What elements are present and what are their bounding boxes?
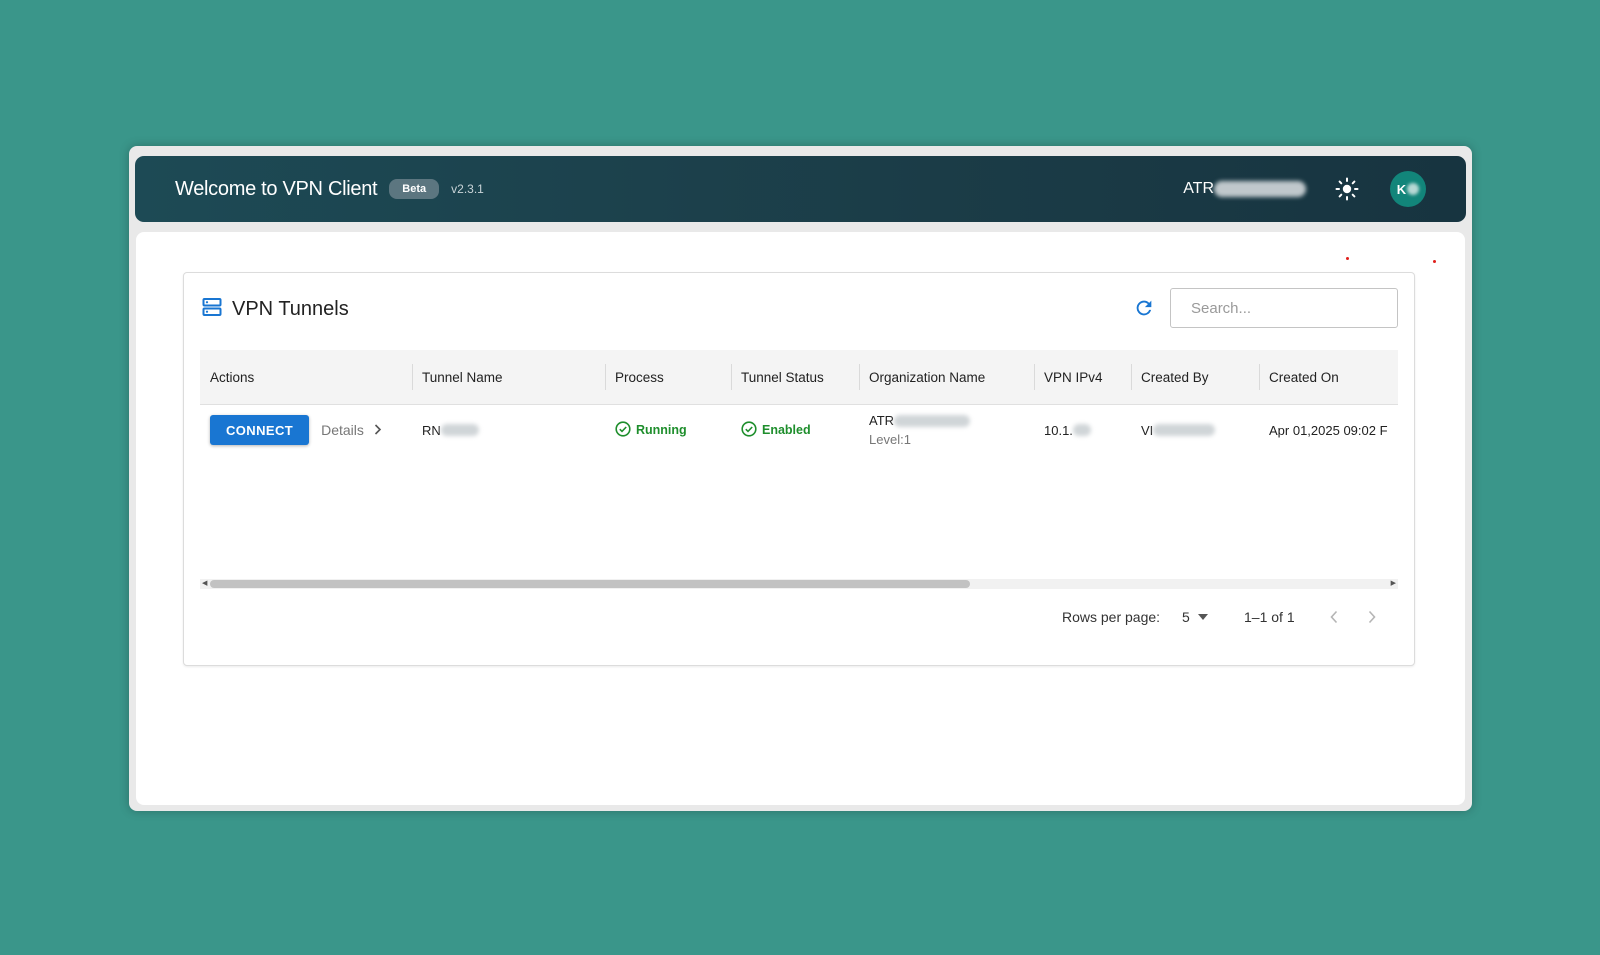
- app-title: Welcome to VPN Client: [175, 177, 378, 200]
- column-header-tunnel-name[interactable]: Tunnel Name: [412, 350, 605, 405]
- redacted-text: [894, 414, 971, 427]
- redacted-text: [1407, 183, 1420, 195]
- scroll-right-arrow-icon[interactable]: ▶: [1391, 579, 1396, 589]
- card-header: VPN Tunnels: [202, 297, 349, 322]
- actions-cell: CONNECT Details: [200, 405, 412, 455]
- page-range: 1–1 of 1: [1244, 609, 1295, 625]
- connect-button[interactable]: CONNECT: [210, 415, 310, 445]
- organization-name-line: ATR: [869, 413, 971, 428]
- column-header-process[interactable]: Process: [605, 350, 731, 405]
- column-header-tunnel-status[interactable]: Tunnel Status: [731, 350, 859, 405]
- details-link[interactable]: Details: [321, 422, 382, 438]
- chevron-right-icon: [374, 422, 382, 438]
- column-header-created-by[interactable]: Created By: [1131, 350, 1259, 405]
- scrollbar-thumb[interactable]: [210, 580, 970, 588]
- tunnel-status: Enabled: [741, 420, 811, 440]
- created-on-cell: Apr 01,2025 09:02 F: [1269, 422, 1388, 438]
- avatar-initial: K: [1396, 181, 1407, 197]
- table-row: CONNECT Details RN Running Enabled ATR L…: [200, 405, 1398, 455]
- beta-badge: Beta: [389, 179, 440, 199]
- decorative-dot: [1346, 257, 1349, 260]
- column-header-actions[interactable]: Actions: [200, 350, 412, 405]
- caret-down-icon: [1197, 614, 1208, 620]
- created-by-cell: VI: [1131, 405, 1259, 455]
- main-content: VPN Tunnels Actions Tunnel Name Process …: [136, 232, 1465, 805]
- pagination: Rows per page: 5 1–1 of 1: [184, 606, 1416, 628]
- organization-label: ATR: [1183, 180, 1214, 197]
- decorative-dot: [1433, 260, 1436, 263]
- version-label: v2.3.1: [451, 182, 484, 196]
- previous-page-icon[interactable]: [1329, 606, 1339, 628]
- column-header-vpn-ipv4[interactable]: VPN IPv4: [1034, 350, 1131, 405]
- server-icon: [202, 297, 222, 322]
- created-by: VI: [1141, 422, 1154, 438]
- check-circle-icon: [615, 420, 636, 440]
- redacted-text: [1072, 424, 1091, 436]
- check-circle-icon: [741, 420, 762, 440]
- sun-icon[interactable]: [1334, 176, 1360, 202]
- process-status: Running: [615, 420, 687, 440]
- rows-per-page-label: Rows per page:: [1062, 609, 1161, 625]
- details-label: Details: [321, 422, 364, 438]
- organization-name: ATR: [869, 413, 895, 428]
- redacted-text: [1214, 181, 1306, 197]
- horizontal-scrollbar[interactable]: ◀ ▶: [200, 579, 1398, 589]
- process-cell: Running: [605, 405, 731, 455]
- card-title: VPN Tunnels: [232, 298, 349, 320]
- search-input[interactable]: [1170, 288, 1398, 328]
- vpn-tunnels-card: VPN Tunnels Actions Tunnel Name Process …: [183, 272, 1415, 666]
- tunnels-table: Actions Tunnel Name Process Tunnel Statu…: [200, 350, 1398, 455]
- tunnel-status-cell: Enabled: [731, 405, 859, 455]
- column-header-organization-name[interactable]: Organization Name: [859, 350, 1034, 405]
- avatar[interactable]: K: [1390, 171, 1426, 207]
- tunnel-name-cell: RN: [412, 405, 605, 455]
- refresh-icon[interactable]: [1133, 297, 1155, 319]
- process-label: Running: [636, 423, 687, 437]
- vpn-ipv4: 10.1.: [1044, 422, 1073, 438]
- vpn-ipv4-cell: 10.1.: [1034, 405, 1131, 455]
- organization-selector[interactable]: ATR: [1183, 180, 1306, 198]
- organization-cell: ATR Level:1: [859, 405, 1034, 455]
- redacted-text: [1153, 424, 1216, 436]
- organization-level: Level:1: [869, 432, 911, 447]
- rows-per-page-value: 5: [1182, 609, 1190, 625]
- rows-per-page-select[interactable]: 5: [1182, 606, 1208, 628]
- app-bar: Welcome to VPN Client Beta v2.3.1 ATR K: [135, 156, 1466, 222]
- app-window: Welcome to VPN Client Beta v2.3.1 ATR K …: [129, 146, 1472, 811]
- table-header: Actions Tunnel Name Process Tunnel Statu…: [200, 350, 1398, 405]
- column-header-created-on[interactable]: Created On: [1259, 350, 1398, 405]
- redacted-text: [440, 424, 479, 436]
- tunnel-name: RN: [422, 422, 441, 438]
- next-page-icon[interactable]: [1367, 606, 1377, 628]
- tunnel-status-label: Enabled: [762, 423, 811, 437]
- scroll-left-arrow-icon[interactable]: ◀: [202, 579, 207, 589]
